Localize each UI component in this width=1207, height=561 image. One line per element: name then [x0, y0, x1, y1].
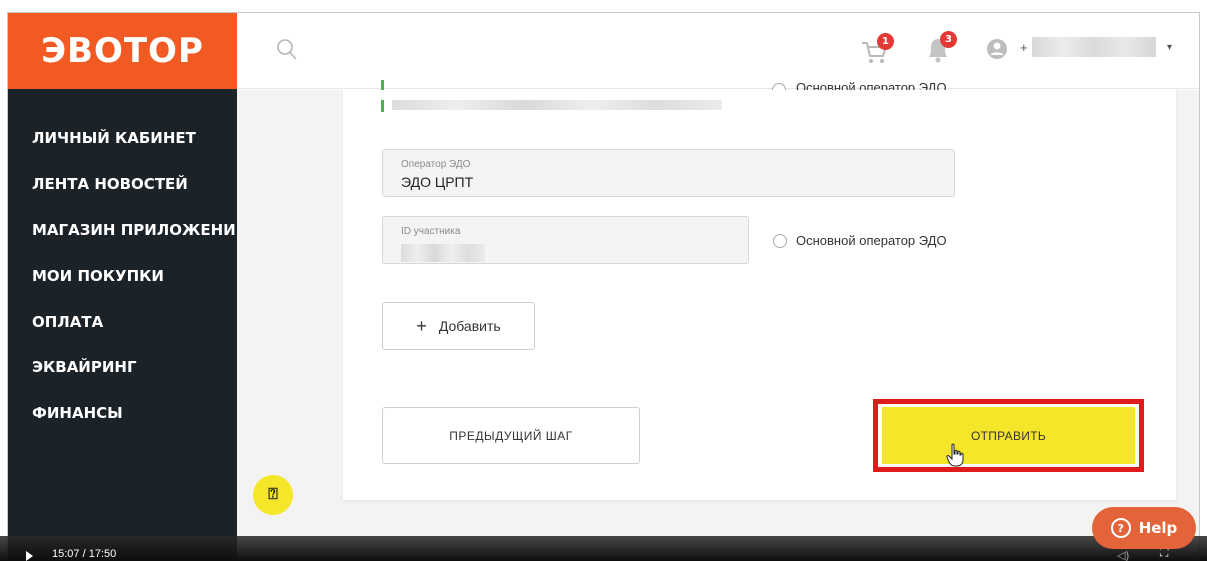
sidebar-item-news-feed[interactable]: ЛЕНТА НОВОСТЕЙ: [32, 175, 188, 193]
support-chat-icon[interactable]: ⍰: [253, 475, 293, 515]
notifications-count-badge: 3: [940, 31, 957, 48]
radio-main-operator-2-label: Основной оператор ЭДО: [796, 233, 947, 248]
add-button-label: Добавить: [438, 318, 501, 334]
help-button[interactable]: ? Help: [1092, 507, 1196, 549]
participant-id-redacted: [401, 244, 485, 262]
question-icon: ?: [1110, 518, 1131, 538]
app-window: ЭВОТОР ЛИЧНЫЙ КАБИНЕТ ЛЕНТА НОВОСТЕЙ МАГ…: [0, 0, 1207, 561]
operator-edo-label: Оператор ЭДО: [401, 159, 471, 170]
user-phone-redacted: [1032, 37, 1156, 57]
participant-id-label: ID участника: [401, 226, 461, 237]
sidebar-item-app-store[interactable]: МАГАЗИН ПРИЛОЖЕНИЙ: [32, 221, 248, 239]
sidebar-item-acquiring[interactable]: ЭКВАЙРИНГ: [32, 358, 137, 376]
brand-logo[interactable]: ЭВОТОР: [8, 13, 237, 89]
sidebar-item-my-purchases[interactable]: МОИ ПОКУПКИ: [32, 267, 164, 285]
sidebar-item-finance[interactable]: ФИНАНСЫ: [32, 404, 123, 422]
previous-step-button[interactable]: ПРЕДЫДУЩИЙ ШАГ: [382, 407, 640, 464]
help-label: Help: [1138, 519, 1178, 537]
volume-icon[interactable]: ◁): [1117, 549, 1129, 561]
search-icon[interactable]: [276, 38, 298, 62]
plus-icon: +: [416, 315, 427, 336]
cart-count-badge: 1: [877, 33, 894, 50]
notifications-button[interactable]: 3: [923, 31, 957, 67]
user-avatar-icon[interactable]: [986, 38, 1008, 60]
previous-step-label: ПРЕДЫДУЩИЙ ШАГ: [449, 428, 573, 443]
sidebar: ЛИЧНЫЙ КАБИНЕТ ЛЕНТА НОВОСТЕЙ МАГАЗИН ПР…: [8, 89, 248, 561]
radio-main-operator-2[interactable]: [773, 234, 787, 248]
sidebar-item-personal-account[interactable]: ЛИЧНЫЙ КАБИНЕТ: [32, 129, 196, 147]
play-icon[interactable]: [26, 551, 33, 561]
video-player-controls: [0, 536, 1207, 561]
submit-button-label: ОТПРАВИТЬ: [970, 428, 1047, 443]
operator-edo-field[interactable]: Оператор ЭДО ЭДО ЦРПТ: [382, 149, 955, 197]
video-time: 15:07 / 17:50: [52, 548, 117, 560]
hand-cursor-icon: [946, 443, 964, 467]
add-operator-button[interactable]: + Добавить: [382, 302, 535, 350]
participant-id-field[interactable]: ID участника: [382, 216, 749, 264]
cart-button[interactable]: 1: [860, 33, 894, 67]
sidebar-item-payment[interactable]: ОПЛАТА: [32, 313, 103, 331]
submit-button[interactable]: ОТПРАВИТЬ: [882, 407, 1135, 464]
logo-text: ЭВОТОР: [41, 31, 204, 71]
operator-edo-value: ЭДО ЦРПТ: [401, 174, 474, 190]
user-phone-prefix: +: [1020, 40, 1028, 55]
chevron-down-icon[interactable]: ▾: [1167, 42, 1172, 53]
scroll-cutoff-mask: [343, 90, 1176, 100]
